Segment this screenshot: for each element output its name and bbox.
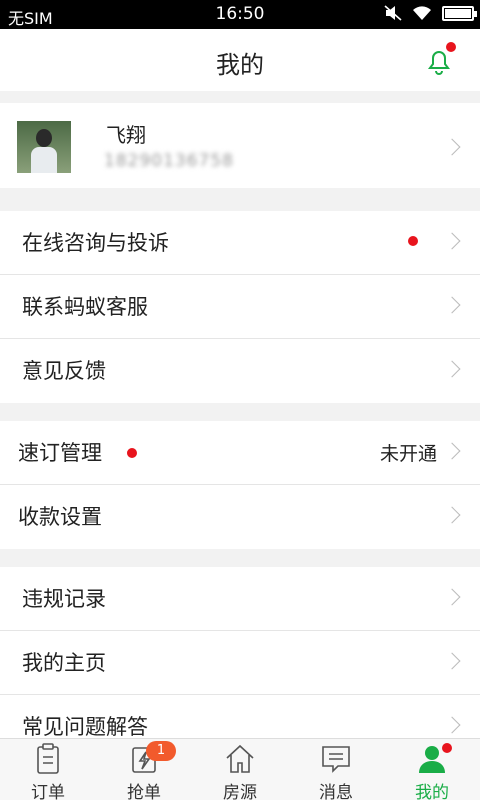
chevron-right-icon bbox=[443, 588, 461, 606]
mute-icon bbox=[384, 5, 402, 21]
page-title: 我的 bbox=[216, 51, 264, 79]
tab-label: 房源 bbox=[223, 783, 257, 800]
avatar bbox=[17, 121, 71, 173]
chevron-right-icon bbox=[443, 716, 461, 734]
menu-group-settings: 速订管理 未开通 收款设置 bbox=[0, 421, 480, 549]
tab-orders[interactable]: 订单 bbox=[0, 739, 96, 800]
menu-item-label: 收款设置 bbox=[18, 505, 102, 529]
tab-mine-dot bbox=[442, 743, 452, 753]
message-icon bbox=[322, 746, 350, 773]
menu-item-contact-service[interactable]: 联系蚂蚁客服 bbox=[0, 275, 480, 339]
profile-name: 飞翔 bbox=[106, 123, 146, 147]
profile-card[interactable]: 飞翔 18290136758 bbox=[0, 103, 480, 188]
status-bar: 无SIM 16:50 bbox=[0, 0, 480, 29]
tab-messages[interactable]: 消息 bbox=[288, 739, 384, 800]
menu-item-label: 意见反馈 bbox=[22, 359, 106, 383]
tab-mine[interactable]: 我的 bbox=[384, 739, 480, 800]
battery-icon bbox=[442, 5, 477, 21]
menu-item-violations[interactable]: 违规记录 bbox=[0, 567, 480, 631]
menu-item-quick-booking[interactable]: 速订管理 未开通 bbox=[0, 421, 480, 485]
menu-item-payment-settings[interactable]: 收款设置 bbox=[0, 485, 480, 549]
menu-item-feedback[interactable]: 意见反馈 bbox=[0, 339, 480, 403]
chevron-right-icon bbox=[443, 652, 461, 670]
bottom-tab-bar: 订单 1 抢单 房源 消息 我的 bbox=[0, 738, 480, 800]
chevron-right-icon bbox=[443, 442, 461, 460]
notification-button[interactable] bbox=[424, 42, 456, 76]
menu-item-label: 联系蚂蚁客服 bbox=[22, 295, 148, 319]
top-header: 我的 bbox=[0, 29, 480, 91]
tab-label: 消息 bbox=[319, 783, 353, 800]
notification-dot bbox=[446, 42, 456, 52]
tab-label: 订单 bbox=[31, 783, 65, 800]
house-icon bbox=[226, 744, 254, 773]
menu-item-consult-complaint[interactable]: 在线咨询与投诉 bbox=[0, 211, 480, 275]
menu-item-label: 速订管理 bbox=[18, 441, 102, 465]
menu-item-label: 违规记录 bbox=[22, 587, 106, 611]
tab-label: 抢单 bbox=[127, 783, 161, 800]
chevron-right-icon bbox=[443, 138, 461, 156]
menu-item-label: 我的主页 bbox=[22, 651, 106, 675]
unread-dot bbox=[127, 448, 137, 458]
chevron-right-icon bbox=[443, 232, 461, 250]
menu-item-label: 常见问题解答 bbox=[22, 715, 148, 739]
status-icons bbox=[384, 5, 477, 21]
chevron-right-icon bbox=[443, 360, 461, 378]
quick-booking-status: 未开通 bbox=[379, 443, 437, 465]
grab-orders-badge: 1 bbox=[146, 741, 176, 761]
tab-listings[interactable]: 房源 bbox=[192, 739, 288, 800]
tab-label: 我的 bbox=[415, 783, 449, 800]
chevron-right-icon bbox=[443, 506, 461, 524]
profile-phone: 18290136758 bbox=[104, 151, 234, 171]
menu-group-misc: 违规记录 我的主页 常见问题解答 bbox=[0, 567, 480, 759]
menu-item-my-homepage[interactable]: 我的主页 bbox=[0, 631, 480, 695]
wifi-icon bbox=[413, 6, 431, 20]
tab-grab-orders[interactable]: 1 抢单 bbox=[96, 739, 192, 800]
clipboard-icon bbox=[37, 743, 59, 774]
menu-group-service: 在线咨询与投诉 联系蚂蚁客服 意见反馈 bbox=[0, 211, 480, 403]
unread-dot bbox=[408, 236, 418, 246]
chevron-right-icon bbox=[443, 296, 461, 314]
menu-item-label: 在线咨询与投诉 bbox=[22, 231, 169, 255]
